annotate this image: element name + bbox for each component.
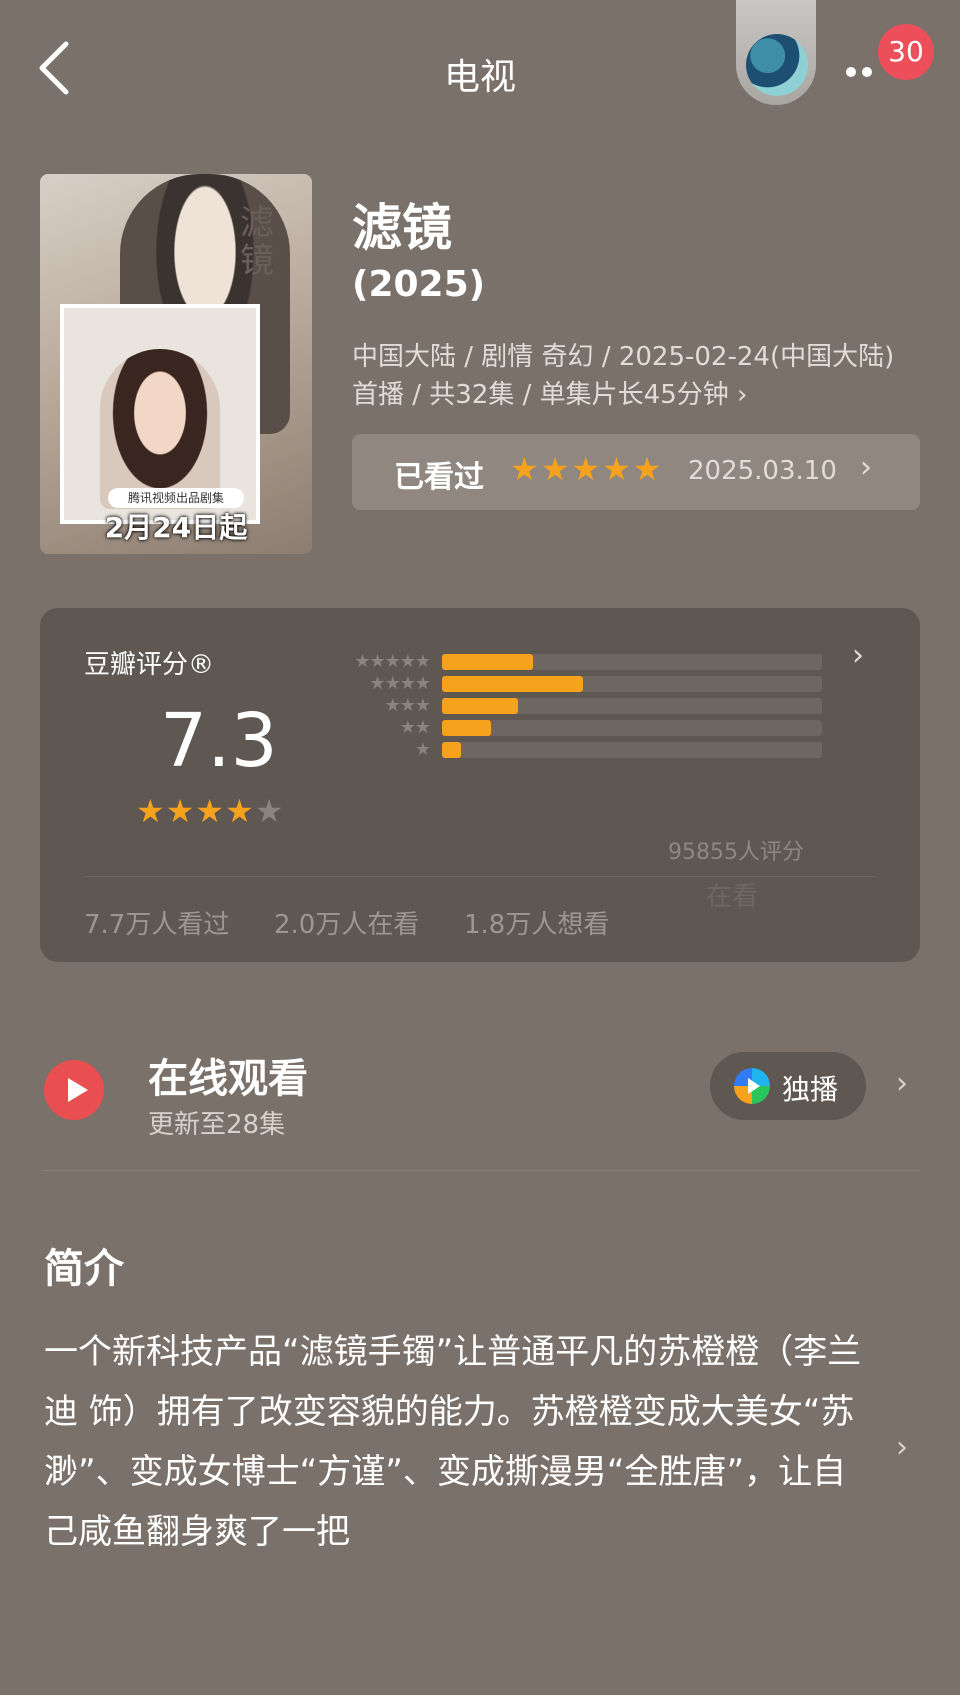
stat-want[interactable]: 1.8万人想看: [464, 904, 609, 941]
histogram-bar: [442, 720, 491, 736]
histogram-track: [442, 720, 822, 736]
star-icon: ★: [165, 792, 196, 830]
stat-watching[interactable]: 2.0万人在看: [274, 904, 419, 941]
rating-stars: ★★★★★: [136, 792, 284, 830]
histogram-star-label: ★★: [399, 717, 431, 738]
chevron-right-icon: ›: [860, 450, 872, 485]
synopsis-title: 简介: [44, 1246, 124, 1292]
user-rating-stars: ★★★★★: [510, 450, 664, 488]
stat-watched[interactable]: 7.7万人看过: [84, 904, 229, 941]
tencent-video-icon: [734, 1068, 770, 1104]
histogram-star-label: ★★★: [384, 695, 431, 716]
page-title: 电视: [443, 57, 516, 98]
watched-date: 2025.03.10: [688, 456, 837, 486]
star-icon: ★: [136, 792, 166, 830]
histogram-row: ★★★: [40, 696, 920, 716]
app-switcher[interactable]: [736, 0, 816, 105]
histogram-track: [442, 698, 822, 714]
poster-image[interactable]: 滤镜 腾讯视频出品剧集 2月24日起: [40, 174, 312, 554]
histogram-bar: [442, 676, 583, 692]
histogram-bar: [442, 698, 518, 714]
histogram-row: ★★: [40, 718, 920, 738]
histogram-row: ★★★★: [40, 674, 920, 694]
rating-count: 95855人评分: [668, 840, 804, 865]
online-watch-title[interactable]: 在线观看: [148, 1046, 308, 1104]
platform-label: 独播: [782, 1073, 839, 1106]
divider: [84, 876, 876, 877]
show-title: 滤镜: [352, 199, 452, 257]
watched-status-button[interactable]: 已看过 ★★★★★ 2025.03.10 ›: [352, 434, 920, 510]
show-meta[interactable]: 中国大陆 / 剧情 奇幻 / 2025-02-24(中国大陆)首播 / 共32集…: [352, 338, 912, 414]
histogram-track: [442, 676, 822, 692]
watching-watermark: 在看: [706, 882, 759, 912]
histogram-star-label: ★★★★★: [354, 651, 431, 672]
synopsis-body[interactable]: 一个新科技产品“滤镜手镯”让普通平凡的苏橙橙（李兰迪 饰）拥有了改变容貌的能力。…: [44, 1322, 874, 1562]
histogram-row: ★: [40, 740, 920, 760]
play-icon[interactable]: [44, 1060, 104, 1120]
star-icon: ★: [254, 792, 285, 830]
platform-button[interactable]: 独播: [710, 1052, 866, 1120]
show-year: (2025): [352, 264, 486, 305]
dot-icon: [846, 67, 856, 77]
histogram-track: [442, 654, 822, 670]
chevron-right-icon[interactable]: ›: [896, 1430, 908, 1465]
watched-label: 已看过: [394, 460, 484, 495]
chevron-right-icon[interactable]: ›: [896, 1066, 908, 1101]
notification-badge[interactable]: 30: [878, 24, 934, 80]
douban-rating-card[interactable]: 豆瓣评分® › 7.3 ★★★★★ ★★★★★ ★★★★ ★★★ ★★ ★ 95855人…: [40, 608, 920, 962]
online-watch-subtitle: 更新至28集: [148, 1110, 286, 1140]
histogram-star-label: ★★★★: [369, 673, 431, 694]
poster-figure-woman: [100, 349, 220, 509]
star-icon: ★: [225, 792, 255, 830]
histogram-row: ★★★★★: [40, 652, 920, 672]
poster-date-tag: 2月24日起: [104, 511, 248, 544]
histogram-track: [442, 742, 822, 758]
star-icon: ★: [195, 792, 226, 830]
poster-producer-tag: 腾讯视频出品剧集: [108, 488, 244, 508]
histogram-bar: [442, 742, 461, 758]
histogram-star-label: ★: [414, 739, 431, 760]
poster-vertical-title: 滤镜: [240, 203, 274, 281]
dot-icon: [862, 67, 872, 77]
histogram-bar: [442, 654, 533, 670]
divider: [44, 1170, 920, 1171]
app-logo-icon: [746, 34, 808, 96]
